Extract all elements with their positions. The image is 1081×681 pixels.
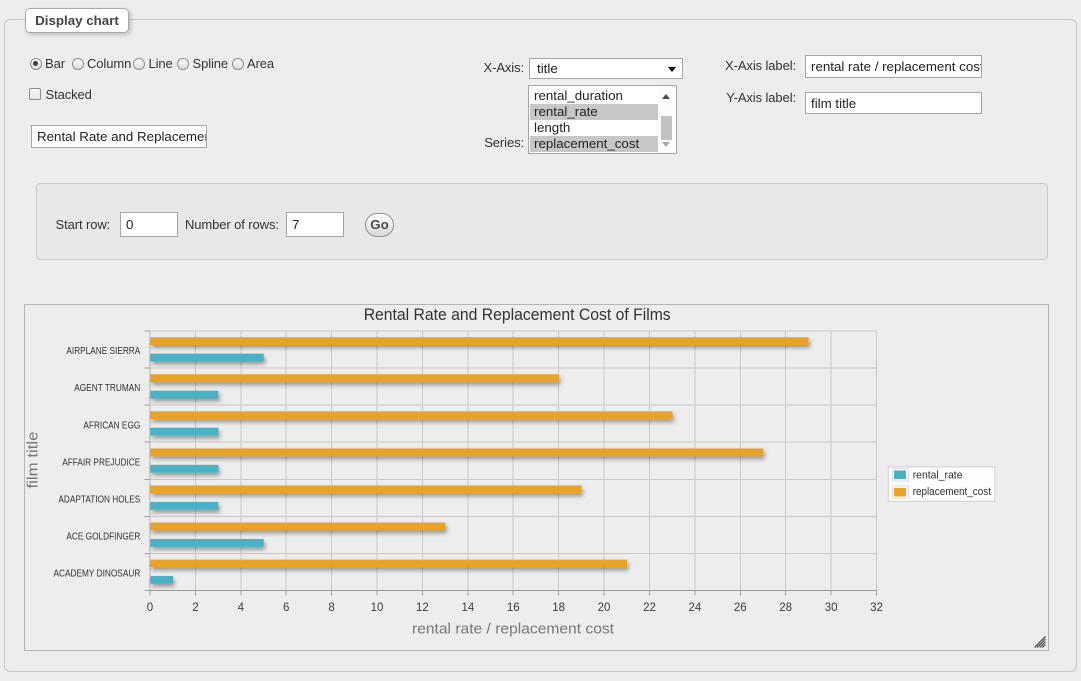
svg-text:2: 2 [192,602,198,614]
svg-text:20: 20 [598,602,611,614]
svg-text:26: 26 [734,602,747,614]
svg-text:replacement_cost: replacement_cost [913,486,991,498]
svg-text:16: 16 [507,602,520,614]
svg-text:30: 30 [825,602,838,614]
svg-text:Rental Rate and Replacement Co: Rental Rate and Replacement Cost of Film… [364,306,671,324]
svg-text:6: 6 [283,602,289,614]
svg-text:24: 24 [688,602,701,614]
svg-text:28: 28 [779,602,792,614]
svg-text:AGENT TRUMAN: AGENT TRUMAN [74,383,140,394]
svg-text:10: 10 [371,602,384,614]
svg-text:ACE GOLDFINGER: ACE GOLDFINGER [66,531,140,542]
svg-text:8: 8 [328,602,334,614]
svg-text:ACADEMY DINOSAUR: ACADEMY DINOSAUR [54,569,141,580]
svg-text:14: 14 [461,602,474,614]
svg-text:12: 12 [416,602,429,614]
svg-text:32: 32 [870,602,883,614]
svg-text:rental_rate: rental_rate [913,470,963,482]
svg-text:AIRPLANE SIERRA: AIRPLANE SIERRA [66,346,140,357]
svg-text:22: 22 [643,602,656,614]
svg-text:4: 4 [238,602,245,614]
svg-text:AFFAIR PREJUDICE: AFFAIR PREJUDICE [62,457,140,468]
svg-text:rental rate / replacement cost: rental rate / replacement cost [412,620,615,637]
svg-text:film title: film title [25,432,42,489]
svg-text:ADAPTATION HOLES: ADAPTATION HOLES [58,494,140,505]
svg-text:AFRICAN EGG: AFRICAN EGG [83,420,140,431]
svg-text:18: 18 [552,602,565,614]
svg-text:0: 0 [147,602,153,614]
